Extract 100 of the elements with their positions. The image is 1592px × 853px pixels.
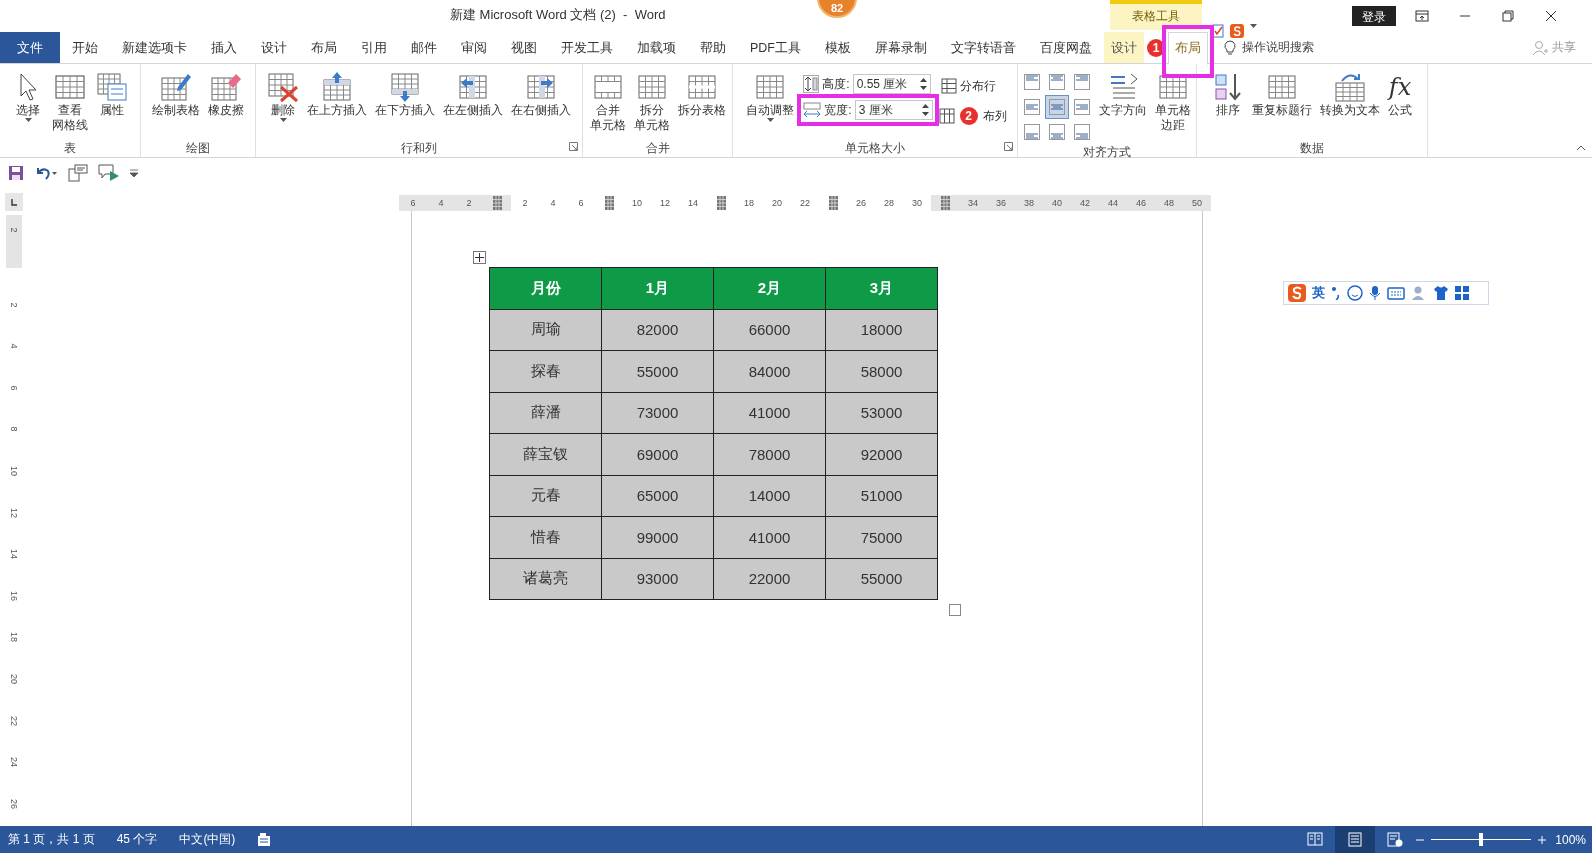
- ribbon-button[interactable]: 橡皮擦: [205, 68, 247, 121]
- ribbon-tab[interactable]: PDF工具: [738, 32, 813, 63]
- ribbon-button[interactable]: 重复标题行: [1249, 68, 1315, 121]
- table-cell: 55000: [601, 350, 714, 392]
- ribbon-tab[interactable]: 邮件: [399, 32, 449, 63]
- ribbon-tab[interactable]: 布局: [299, 32, 349, 63]
- table-cell: 探春: [489, 350, 602, 392]
- zoom-level[interactable]: 100%: [1555, 832, 1586, 847]
- ruler-number: 28: [884, 198, 894, 208]
- ruler-number: 46: [1136, 198, 1146, 208]
- ribbon-tab[interactable]: 视图: [499, 32, 549, 63]
- ruler-number: 2: [9, 227, 19, 233]
- size-field[interactable]: 3 厘米: [854, 100, 933, 120]
- ribbon-tab[interactable]: 布局: [1168, 32, 1208, 64]
- ribbon-button[interactable]: 在下方插入: [372, 68, 438, 121]
- ribbon-button[interactable]: 合并 单元格: [586, 68, 629, 136]
- ruler-number: 20: [9, 673, 19, 684]
- ruler-number: 10: [9, 465, 19, 476]
- ribbon-tab[interactable]: 百度网盘: [1028, 32, 1104, 63]
- ribbon-button[interactable]: 查看 网格线: [49, 68, 91, 136]
- ribbon-tab[interactable]: 帮助: [688, 32, 738, 63]
- ribbon-button[interactable]: 布列: [982, 104, 1007, 128]
- ribbon-tab[interactable]: 引用: [349, 32, 399, 63]
- ribbon-tab[interactable]: 设计: [1104, 32, 1144, 63]
- group-label: 合并: [645, 139, 670, 157]
- ribbon-button[interactable]: 在左侧插入: [440, 68, 506, 121]
- field-label: 高度:: [822, 75, 850, 93]
- ruler-number: 50: [1192, 198, 1202, 208]
- ribbon-tab[interactable]: 屏幕录制: [863, 32, 939, 63]
- ribbon-button[interactable]: 单元格 边距: [1152, 68, 1194, 136]
- table-cell: 53000: [825, 392, 938, 434]
- page-count[interactable]: 第 1 页，共 1 页: [8, 831, 95, 848]
- group-label: 行和列: [401, 139, 437, 157]
- ribbon-button[interactable]: 转换为文本: [1317, 68, 1383, 121]
- tell-me-search[interactable]: 操作说明搜索: [1224, 32, 1314, 63]
- ruler-number: 42: [1080, 198, 1090, 208]
- ribbon-tab[interactable]: 文字转语音: [939, 32, 1028, 63]
- ribbon-button[interactable]: 分布行: [938, 74, 1007, 98]
- ribbon-tab[interactable]: 插入: [199, 32, 249, 63]
- table-cell: 78000: [713, 433, 826, 475]
- ruler-number: 6: [578, 198, 584, 208]
- table-cell: 22000: [713, 558, 826, 600]
- table-cell: 58000: [825, 350, 938, 392]
- language-indicator[interactable]: 中文(中国): [179, 831, 236, 848]
- ruler-number: 10: [632, 198, 642, 208]
- ribbon-tab[interactable]: 设计: [249, 32, 299, 63]
- column-header: 3月: [825, 267, 938, 309]
- input-mode-toggle[interactable]: 英: [1312, 284, 1325, 302]
- ruler-number: 4: [550, 198, 556, 208]
- table-cell: 73000: [601, 392, 714, 434]
- ribbon-button[interactable]: 自动调整: [743, 68, 798, 125]
- ribbon-button[interactable]: 绘制表格: [149, 68, 203, 121]
- ribbon-button[interactable]: 排序: [1209, 68, 1247, 121]
- ribbon-button[interactable]: 在右侧插入: [508, 68, 574, 121]
- formula-icon: fx: [1388, 71, 1412, 103]
- table-cell: 99000: [601, 516, 714, 558]
- ribbon-button[interactable]: 在上方插入: [304, 68, 370, 121]
- ribbon-tab[interactable]: 审阅: [449, 32, 499, 63]
- ribbon-button[interactable]: 文字方向: [1096, 68, 1150, 121]
- ruler-number: 26: [9, 798, 19, 809]
- step-marker: 2: [959, 107, 978, 125]
- ruler-number: 12: [660, 198, 670, 208]
- table-cell: 84000: [713, 350, 826, 392]
- ribbon-tab[interactable]: 开发工具: [549, 32, 625, 63]
- ribbon-button[interactable]: 拆分 单元格: [630, 68, 673, 136]
- group-label: 单元格大小: [845, 139, 905, 157]
- table-cell: 92000: [825, 433, 938, 475]
- group-label: 数据: [1300, 139, 1324, 157]
- ribbon-tab[interactable]: 模板: [813, 32, 863, 63]
- sign-in-button[interactable]: 登录: [1352, 6, 1396, 26]
- word-count[interactable]: 45 个字: [116, 831, 158, 848]
- table-cell: 18000: [825, 309, 938, 351]
- group-label: 对齐方式: [1083, 144, 1131, 161]
- ruler-number: 4: [438, 198, 444, 208]
- ribbon-button[interactable]: 属性: [93, 68, 131, 121]
- table-cell: 薛宝钗: [489, 433, 602, 475]
- ruler-number: 6: [9, 385, 19, 391]
- ruler-number: 2: [9, 302, 19, 308]
- table-cell: 75000: [825, 516, 938, 558]
- table-cell: 65000: [601, 475, 714, 517]
- table-cell: 薛潘: [489, 392, 602, 434]
- ribbon-button[interactable]: 删除: [264, 68, 302, 125]
- ribbon-tab[interactable]: 文件: [0, 32, 60, 63]
- ribbon-tab[interactable]: 开始: [60, 32, 110, 63]
- ribbon-button[interactable]: 选择: [9, 68, 47, 125]
- table-cell: 66000: [713, 309, 826, 351]
- ruler-number: 30: [912, 198, 922, 208]
- ribbon-tab[interactable]: 新建选项卡: [110, 32, 199, 63]
- ribbon-button[interactable]: 拆分表格: [674, 68, 729, 121]
- window-title: 新建 Microsoft Word 文档 (2) - Word: [450, 7, 666, 23]
- table-cell: 51000: [825, 475, 938, 517]
- ribbon-tab[interactable]: 加载项: [625, 32, 688, 63]
- ribbon-button[interactable]: fx 公式: [1385, 68, 1415, 121]
- ruler-number: 16: [9, 590, 19, 601]
- size-field[interactable]: 0.55 厘米: [852, 74, 931, 94]
- group-label: 绘图: [186, 139, 210, 157]
- field-label: 宽度:: [824, 101, 852, 119]
- ruler-number: 14: [9, 549, 19, 560]
- ruler-number: 36: [996, 198, 1006, 208]
- group-label: 表: [64, 139, 76, 157]
